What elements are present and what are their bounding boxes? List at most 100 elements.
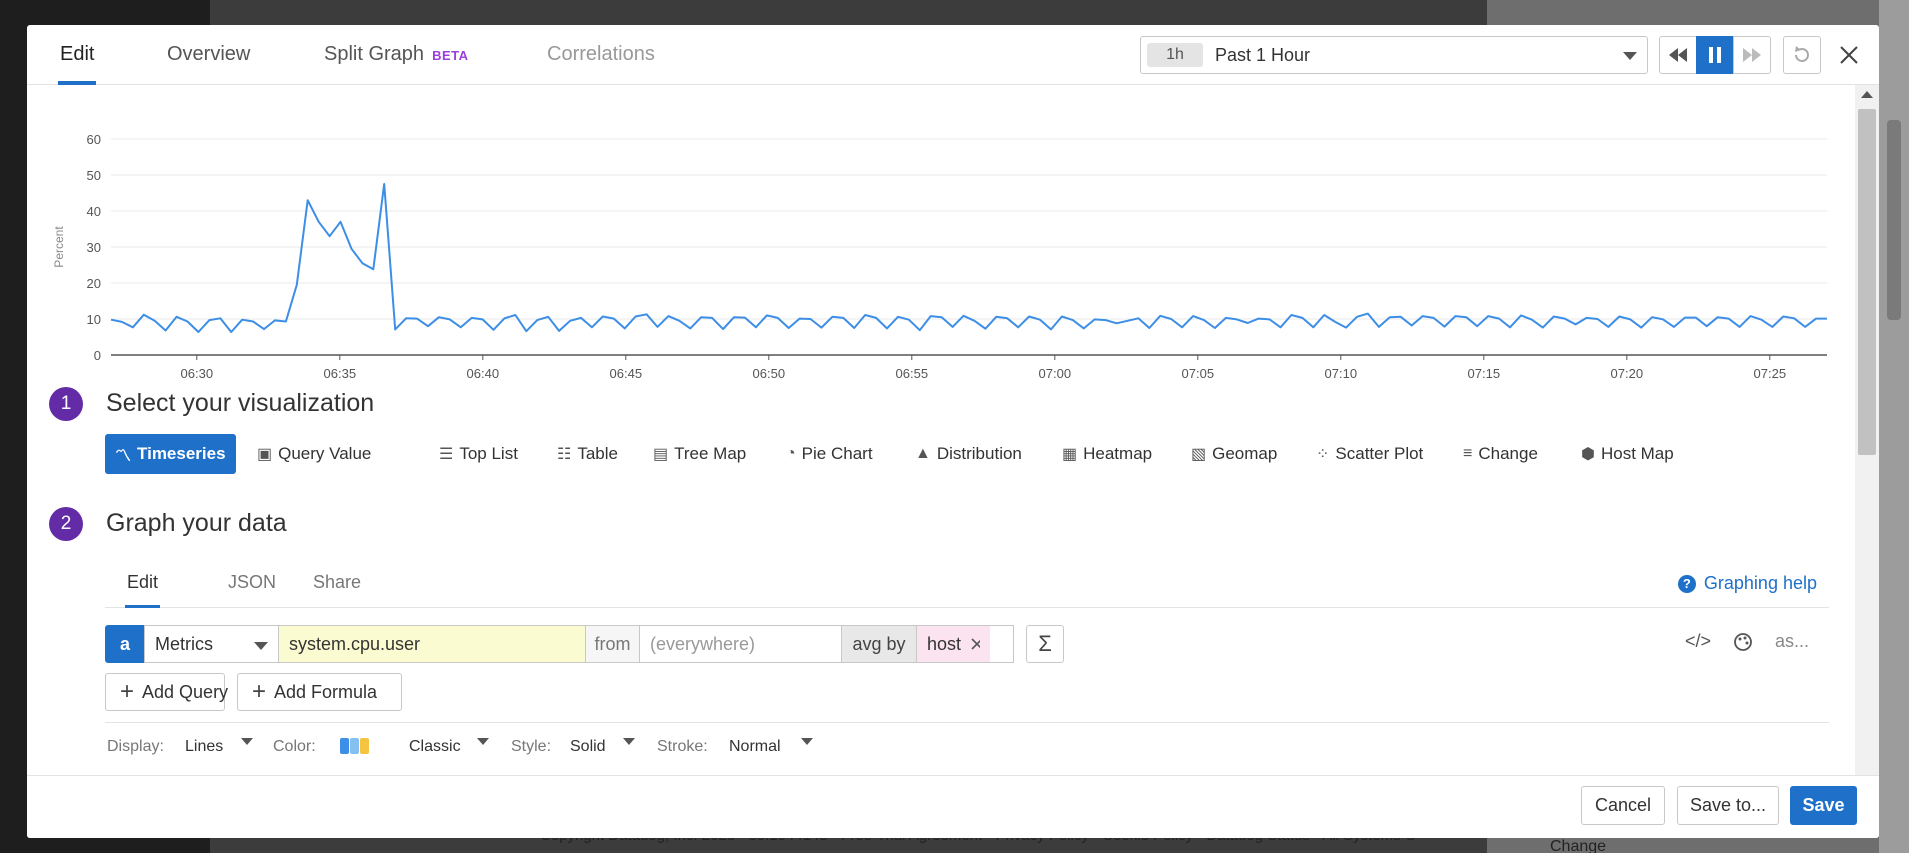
chevron-down-icon[interactable]: [241, 738, 253, 745]
cancel-button[interactable]: Cancel: [1581, 786, 1665, 825]
tab-split-graph[interactable]: Split Graph BETA: [324, 43, 469, 66]
chevron-down-icon[interactable]: [801, 738, 813, 745]
save-to-button[interactable]: Save to...: [1677, 786, 1779, 825]
viz-tree-map[interactable]: ▤ Tree Map: [653, 434, 746, 474]
add-query-button[interactable]: + Add Query: [105, 673, 228, 711]
viz-change[interactable]: ≡ Change: [1463, 434, 1538, 474]
x-tick-label: 07:05: [1182, 366, 1215, 381]
group-by-tag[interactable]: host: [916, 625, 991, 663]
series-line: [110, 183, 1827, 333]
code-icon[interactable]: </>: [1685, 631, 1711, 652]
style-label: Style:: [511, 738, 552, 755]
viz-pie-chart[interactable]: ◔ Pie Chart: [786, 434, 873, 474]
editor-tab-json[interactable]: JSON: [228, 572, 276, 593]
timeseries-icon: 〽: [115, 448, 132, 465]
remove-tag-icon[interactable]: [971, 638, 980, 650]
viz-label: Heatmap: [1083, 444, 1153, 463]
chevron-down-icon[interactable]: [477, 738, 489, 745]
x-tick-label: 07:10: [1325, 366, 1358, 381]
viz-timeseries[interactable]: 〽 Timeseries: [105, 434, 236, 474]
top-list-icon: ☰: [439, 446, 454, 463]
viz-query-value[interactable]: ▣ Query Value: [257, 434, 371, 474]
display-label: Display:: [107, 738, 164, 755]
viz-label: Table: [577, 444, 618, 463]
y-tick-label: 30: [87, 240, 101, 255]
tab-correlations[interactable]: Correlations: [547, 43, 655, 66]
section-divider: [105, 722, 1829, 723]
step-2-title: Graph your data: [106, 509, 287, 537]
display-select[interactable]: Lines: [185, 738, 223, 756]
y-axis-label: Percent: [52, 226, 66, 268]
scope-input[interactable]: (everywhere): [639, 625, 842, 663]
pause-icon: [1709, 47, 1721, 63]
chevron-down-icon: [1623, 52, 1637, 60]
stroke-select[interactable]: Normal: [729, 738, 781, 756]
tab-edit[interactable]: Edit: [57, 43, 97, 85]
page-scrollbar[interactable]: [1879, 0, 1909, 853]
viz-label: Host Map: [1600, 444, 1674, 463]
graphing-help-label: Graphing help: [1703, 573, 1817, 593]
close-button[interactable]: [1833, 39, 1865, 71]
reset-icon: [1795, 46, 1809, 62]
x-tick-label: 07:00: [1039, 366, 1072, 381]
query-letter[interactable]: a: [105, 625, 145, 663]
y-tick-label: 0: [94, 348, 101, 363]
data-source-select[interactable]: Metrics: [144, 625, 279, 663]
viz-geomap[interactable]: ▧ Geomap: [1191, 434, 1277, 474]
data-source-value: Metrics: [155, 633, 213, 654]
graphing-help-link[interactable]: ? Graphing help: [1677, 573, 1817, 594]
editor-tab-share[interactable]: Share: [313, 572, 361, 593]
viz-host-map[interactable]: ⬢ Host Map: [1581, 434, 1674, 474]
group-by-input[interactable]: [990, 625, 1014, 663]
modal-scrollbar[interactable]: [1855, 85, 1879, 793]
background-change-label: Change: [1550, 838, 1607, 853]
save-button[interactable]: Save: [1790, 786, 1857, 825]
style-select[interactable]: Solid: [570, 738, 606, 756]
fast-forward-button[interactable]: [1733, 36, 1771, 74]
viz-label: Scatter Plot: [1335, 444, 1424, 463]
rewind-button[interactable]: [1659, 36, 1697, 74]
palette-icon[interactable]: [1733, 632, 1753, 652]
visualization-picker: 〽 Timeseries ▣ Query Value ☰ Top List ☷ Tabl…: [105, 434, 1674, 474]
tab-split-graph-label: Split Graph: [324, 43, 425, 65]
color-label: Color:: [273, 738, 316, 755]
palette-swatch-icon: [340, 737, 370, 760]
group-by-value: host: [927, 633, 962, 654]
viz-distribution[interactable]: ▲ Distribution: [915, 434, 1022, 474]
time-range-label: Past 1 Hour: [1215, 45, 1311, 65]
alias-input[interactable]: as...: [1775, 631, 1809, 652]
aggregation-select[interactable]: avg by: [841, 625, 917, 663]
change-icon: ≡: [1463, 445, 1473, 462]
viz-top-list[interactable]: ☰ Top List: [439, 434, 518, 474]
viz-table[interactable]: ☷ Table: [557, 434, 618, 474]
reset-time-button[interactable]: [1783, 36, 1821, 74]
chevron-down-icon[interactable]: [623, 738, 635, 745]
y-tick-label: 10: [87, 312, 101, 327]
geomap-icon: ▧: [1191, 446, 1207, 463]
tab-overview[interactable]: Overview: [167, 43, 250, 66]
color-select[interactable]: Classic: [409, 738, 461, 756]
viz-scatter-plot[interactable]: ⁘ Scatter Plot: [1316, 434, 1423, 474]
editor-tab-edit[interactable]: Edit: [124, 572, 161, 608]
rewind-icon: [1669, 48, 1687, 62]
timeseries-chart[interactable]: 0 10 20 30 40 50 60 06:30 06:35 06:40 06:45 06:50 06…: [27, 95, 1847, 385]
x-tick-label: 06:30: [181, 366, 214, 381]
stroke-label: Stroke:: [657, 738, 708, 755]
metric-input[interactable]: system.cpu.user: [278, 625, 586, 663]
add-formula-button[interactable]: + Add Formula: [237, 673, 402, 711]
help-icon: ?: [1677, 574, 1696, 593]
viz-heatmap[interactable]: ▦ Heatmap: [1062, 434, 1152, 474]
time-selector[interactable]: 1h Past 1 Hour: [1140, 36, 1648, 74]
modal-footer: Cancel Save to... Save: [27, 775, 1879, 838]
close-icon: [1840, 46, 1858, 64]
scatter-plot-icon: ⁘: [1316, 446, 1330, 463]
scroll-thumb[interactable]: [1858, 109, 1876, 455]
scroll-up-icon[interactable]: [1861, 91, 1873, 98]
time-range-badge: 1h: [1147, 43, 1203, 67]
modal-header: Edit Overview Split Graph BETA Correlatio…: [27, 25, 1879, 85]
pause-button[interactable]: [1696, 36, 1734, 74]
step-1-badge: 1: [49, 387, 83, 421]
viz-label: Geomap: [1212, 444, 1278, 463]
add-function-button[interactable]: Σ: [1026, 625, 1064, 663]
chevron-down-icon: [254, 642, 268, 650]
